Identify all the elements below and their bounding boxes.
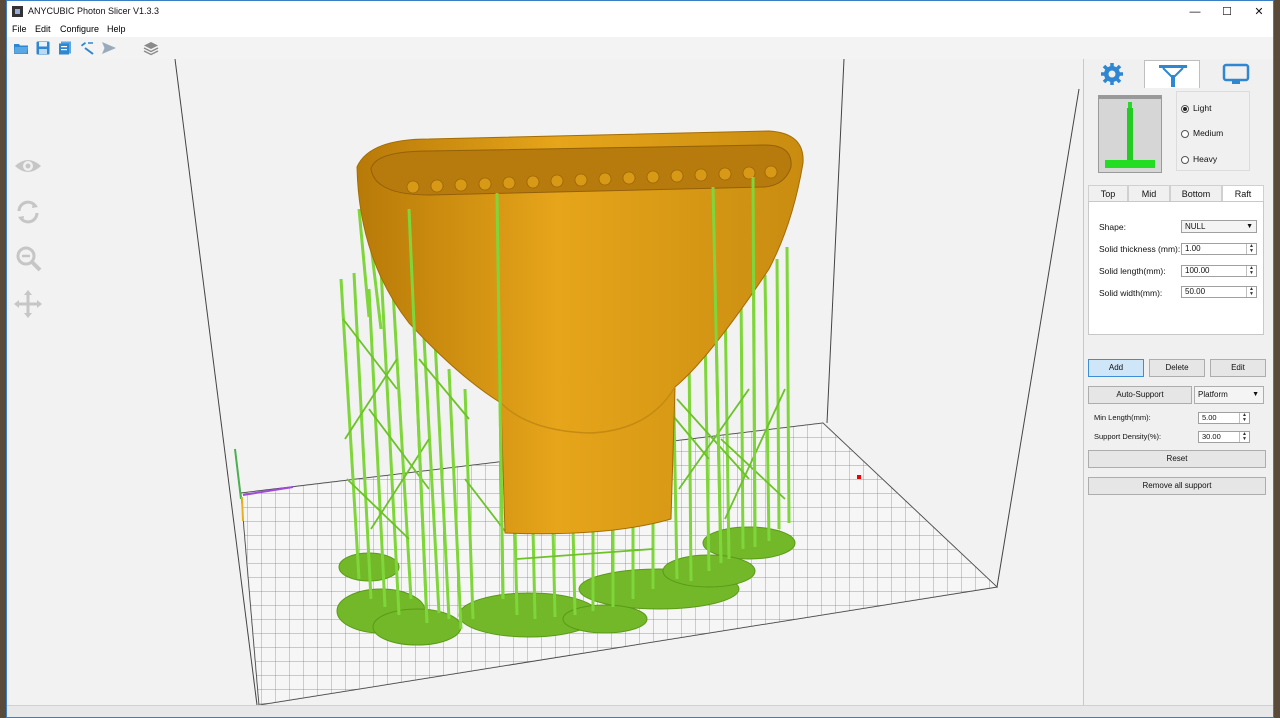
app-window: ANYCUBIC Photon Slicer V1.3.3 — ☐ ✕ File… <box>6 0 1274 718</box>
auto-support-mode-value: Platform <box>1198 390 1228 399</box>
shape-value: NULL <box>1185 222 1206 231</box>
minimize-button[interactable]: — <box>1179 1 1211 23</box>
tab-support[interactable] <box>1144 60 1200 88</box>
move-icon[interactable] <box>13 289 43 319</box>
length-stepper-icon[interactable]: ▲ ▼ <box>1246 266 1256 276</box>
add-button[interactable]: Add <box>1088 359 1144 377</box>
support-density-group: Light Medium Heavy <box>1176 91 1250 171</box>
tab-preview[interactable] <box>1208 60 1264 88</box>
min-length-label: Min Length(mm): <box>1094 413 1151 422</box>
radio-medium-label: Medium <box>1193 128 1224 138</box>
status-bar <box>7 705 1273 717</box>
save-icon[interactable] <box>35 40 51 56</box>
menu-file[interactable]: File <box>12 24 27 34</box>
menu-configure[interactable]: Configure <box>60 24 99 34</box>
length-input[interactable]: 100.00 ▲ ▼ <box>1181 265 1257 277</box>
length-value: 100.00 <box>1185 266 1210 275</box>
support-panel: Light Medium Heavy Top Mid Bottom Raft S… <box>1083 59 1273 705</box>
thickness-stepper-icon[interactable]: ▲ ▼ <box>1246 244 1256 254</box>
layers-icon[interactable] <box>143 40 159 56</box>
window-title: ANYCUBIC Photon Slicer V1.3.3 <box>28 6 160 16</box>
width-input[interactable]: 50.00 ▲ ▼ <box>1181 286 1257 298</box>
width-label: Solid width(mm): <box>1099 288 1163 298</box>
radio-light[interactable]: Light <box>1181 101 1211 115</box>
auto-support-mode-caret-icon: ▼ <box>1252 391 1259 398</box>
title-bar: ANYCUBIC Photon Slicer V1.3.3 — ☐ ✕ <box>7 1 1273 23</box>
support-subtabs: Top Mid Bottom Raft <box>1088 185 1264 201</box>
eye-icon[interactable] <box>13 151 43 181</box>
width-value: 50.00 <box>1185 287 1206 296</box>
radio-heavy-label: Heavy <box>1193 154 1218 164</box>
toolbar <box>7 37 1273 59</box>
min-length-value: 5.00 <box>1202 413 1217 422</box>
radio-light-label: Light <box>1193 103 1212 113</box>
radio-medium[interactable]: Medium <box>1181 126 1223 140</box>
radio-light-indicator[interactable] <box>1181 104 1189 113</box>
menu-bar: File Edit Configure Help <box>7 23 1273 37</box>
min-length-input[interactable]: 5.00 ▲ ▼ <box>1198 412 1250 424</box>
axis-y <box>241 496 244 522</box>
radio-medium-indicator[interactable] <box>1181 129 1189 138</box>
shape-caret-icon: ▼ <box>1246 223 1253 230</box>
shape-label: Shape: <box>1099 222 1126 232</box>
reset-button[interactable]: Reset <box>1088 450 1266 468</box>
send-icon[interactable] <box>101 40 117 56</box>
raft-settings: Shape: NULL ▼ Solid thickness (mm): 1.00 ▲… <box>1088 201 1264 335</box>
thickness-value: 1.00 <box>1185 244 1201 253</box>
support-density-input[interactable]: 30.00 ▲ ▼ <box>1198 431 1250 443</box>
rotate-icon[interactable] <box>13 197 43 227</box>
thickness-input[interactable]: 1.00 ▲ ▼ <box>1181 243 1257 255</box>
support-preview-image <box>1099 96 1161 172</box>
menu-edit[interactable]: Edit <box>35 24 51 34</box>
min-length-stepper-icon[interactable]: ▲ ▼ <box>1239 413 1249 423</box>
support-density-stepper-icon[interactable]: ▲ ▼ <box>1239 432 1249 442</box>
plate-marker <box>857 475 861 479</box>
support-preview <box>1098 95 1162 173</box>
subtab-bottom[interactable]: Bottom <box>1170 185 1222 201</box>
thickness-label: Solid thickness (mm): <box>1099 244 1181 254</box>
zoom-out-icon[interactable] <box>13 243 43 273</box>
support-density-value: 30.00 <box>1202 432 1221 441</box>
copy-icon[interactable] <box>57 40 73 56</box>
subtab-top[interactable]: Top <box>1088 185 1128 201</box>
slice-icon[interactable] <box>79 40 95 56</box>
radio-heavy[interactable]: Heavy <box>1181 152 1217 166</box>
subtab-raft[interactable]: Raft <box>1222 185 1264 201</box>
delete-button[interactable]: Delete <box>1149 359 1205 377</box>
gear-icon <box>1101 63 1123 85</box>
menu-help[interactable]: Help <box>107 24 126 34</box>
monitor-icon <box>1222 63 1250 84</box>
edit-button[interactable]: Edit <box>1210 359 1266 377</box>
support-density-label: Support Density(%): <box>1094 432 1162 441</box>
scene-render <box>174 59 1080 705</box>
support-icon <box>1159 65 1187 87</box>
app-icon <box>12 6 23 17</box>
width-stepper-icon[interactable]: ▲ ▼ <box>1246 287 1256 297</box>
3d-viewport[interactable] <box>9 59 1083 705</box>
tab-settings[interactable] <box>1084 60 1140 88</box>
remove-all-support-button[interactable]: Remove all support <box>1088 477 1266 495</box>
open-folder-icon[interactable] <box>13 40 29 56</box>
subtab-mid[interactable]: Mid <box>1128 185 1170 201</box>
auto-support-mode-select[interactable]: Platform ▼ <box>1194 386 1264 404</box>
radio-heavy-indicator[interactable] <box>1181 155 1189 164</box>
auto-support-button[interactable]: Auto-Support <box>1088 386 1192 404</box>
shape-select[interactable]: NULL ▼ <box>1181 220 1257 233</box>
axis-z <box>234 448 242 500</box>
maximize-button[interactable]: ☐ <box>1211 1 1243 23</box>
close-button[interactable]: ✕ <box>1243 1 1273 23</box>
length-label: Solid length(mm): <box>1099 266 1166 276</box>
